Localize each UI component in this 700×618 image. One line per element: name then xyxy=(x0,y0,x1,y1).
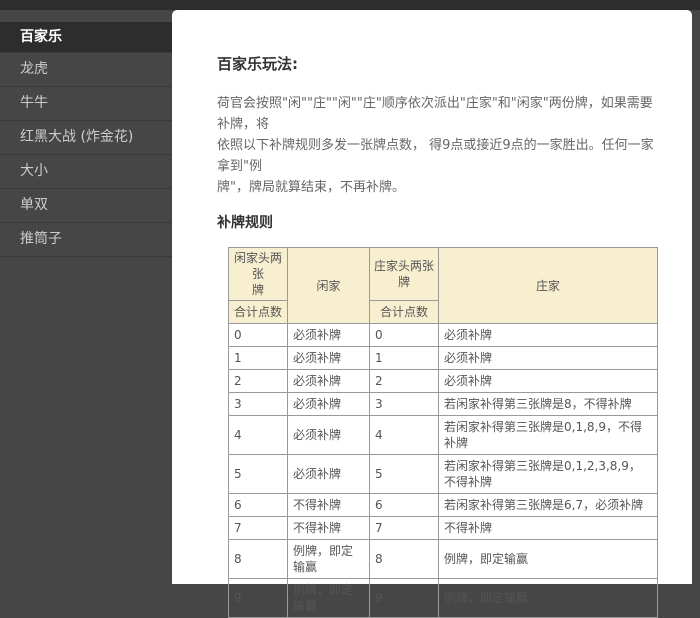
player-total-cell: 7 xyxy=(229,517,288,540)
player-action-cell: 例牌，即定输赢 xyxy=(288,540,370,579)
player-action-cell: 不得补牌 xyxy=(288,494,370,517)
banker-total-cell: 9 xyxy=(370,579,439,618)
table-row: 2 必须补牌 2 必须补牌 xyxy=(229,370,658,393)
banker-action-cell: 例牌，即定输赢 xyxy=(439,540,658,579)
player-action-cell: 必须补牌 xyxy=(288,416,370,455)
rules-paragraph-line-2: 依照以下补牌规则多发一张牌点数， 得9点或接近9点的一家胜出。任何一家拿到"例 xyxy=(217,135,664,177)
sidebar-item-dragon-tiger[interactable]: 龙虎 xyxy=(0,53,172,87)
player-action-cell: 不得补牌 xyxy=(288,517,370,540)
header-player: 闲家 xyxy=(288,248,370,324)
banker-action-cell: 例牌，即定输赢 xyxy=(439,579,658,618)
player-total-cell: 3 xyxy=(229,393,288,416)
drawing-rules-table: 闲家头两张 牌 闲家 庄家头两张 牌 庄家 合计点数 合计点数 0 必须补牌 0… xyxy=(228,247,658,618)
player-total-cell: 8 xyxy=(229,540,288,579)
banker-action-cell: 若闲家补得第三张牌是8，不得补牌 xyxy=(439,393,658,416)
sidebar-item-red-black-war[interactable]: 红黑大战 (炸金花) xyxy=(0,121,172,155)
banker-total-cell: 4 xyxy=(370,416,439,455)
table-row: 0 必须补牌 0 必须补牌 xyxy=(229,324,658,347)
table-row: 4 必须补牌 4 若闲家补得第三张牌是0,1,8,9，不得补牌 xyxy=(229,416,658,455)
table-row: 1 必须补牌 1 必须补牌 xyxy=(229,347,658,370)
player-action-cell: 例牌，即定输赢 xyxy=(288,579,370,618)
banker-action-cell: 必须补牌 xyxy=(439,347,658,370)
header-banker-total: 合计点数 xyxy=(370,301,439,324)
player-action-cell: 必须补牌 xyxy=(288,455,370,494)
table-row: 9 例牌，即定输赢 9 例牌，即定输赢 xyxy=(229,579,658,618)
header-banker-two-cards: 庄家头两张 牌 xyxy=(370,248,439,301)
sidebar-item-odd-even[interactable]: 单双 xyxy=(0,189,172,223)
banker-total-cell: 6 xyxy=(370,494,439,517)
player-total-cell: 5 xyxy=(229,455,288,494)
section-title-drawing-rules: 补牌规则 xyxy=(217,214,664,232)
sidebar-item-baccarat[interactable]: 百家乐 xyxy=(0,22,172,53)
player-action-cell: 必须补牌 xyxy=(288,370,370,393)
table-row: 8 例牌，即定输赢 8 例牌，即定输赢 xyxy=(229,540,658,579)
page-title: 百家乐玩法: xyxy=(217,55,664,73)
banker-total-cell: 0 xyxy=(370,324,439,347)
banker-total-cell: 7 xyxy=(370,517,439,540)
player-total-cell: 9 xyxy=(229,579,288,618)
top-bar xyxy=(0,0,700,10)
rules-paragraph-line-3: 牌"，牌局就算结束，不再补牌。 xyxy=(217,177,664,198)
sidebar-item-niuniu[interactable]: 牛牛 xyxy=(0,87,172,121)
player-total-cell: 2 xyxy=(229,370,288,393)
table-row: 5 必须补牌 5 若闲家补得第三张牌是0,1,2,3,8,9，不得补牌 xyxy=(229,455,658,494)
banker-action-cell: 不得补牌 xyxy=(439,517,658,540)
banker-action-cell: 若闲家补得第三张牌是6,7，必须补牌 xyxy=(439,494,658,517)
player-total-cell: 1 xyxy=(229,347,288,370)
banker-total-cell: 3 xyxy=(370,393,439,416)
header-banker: 庄家 xyxy=(439,248,658,324)
table-row: 3 必须补牌 3 若闲家补得第三张牌是8，不得补牌 xyxy=(229,393,658,416)
sidebar-nav: 百家乐 龙虎 牛牛 红黑大战 (炸金花) 大小 单双 推筒子 xyxy=(0,10,172,257)
header-player-total: 合计点数 xyxy=(229,301,288,324)
header-player-two-cards: 闲家头两张 牌 xyxy=(229,248,288,301)
banker-total-cell: 5 xyxy=(370,455,439,494)
table-row: 6 不得补牌 6 若闲家补得第三张牌是6,7，必须补牌 xyxy=(229,494,658,517)
player-action-cell: 必须补牌 xyxy=(288,393,370,416)
player-total-cell: 4 xyxy=(229,416,288,455)
banker-total-cell: 8 xyxy=(370,540,439,579)
sidebar-item-big-small[interactable]: 大小 xyxy=(0,155,172,189)
banker-action-cell: 若闲家补得第三张牌是0,1,8,9，不得补牌 xyxy=(439,416,658,455)
banker-action-cell: 必须补牌 xyxy=(439,324,658,347)
rules-paragraph-line-1: 荷官会按照"闲""庄""闲""庄"顺序依次派出"庄家"和"闲家"两份牌，如果需要… xyxy=(217,93,664,135)
sidebar: 百家乐 龙虎 牛牛 红黑大战 (炸金花) 大小 单双 推筒子 xyxy=(0,10,172,584)
player-action-cell: 必须补牌 xyxy=(288,347,370,370)
content-panel: 百家乐玩法: 荷官会按照"闲""庄""闲""庄"顺序依次派出"庄家"和"闲家"两… xyxy=(172,10,692,584)
rules-paragraph: 荷官会按照"闲""庄""闲""庄"顺序依次派出"庄家"和"闲家"两份牌，如果需要… xyxy=(217,93,664,198)
banker-total-cell: 1 xyxy=(370,347,439,370)
banker-action-cell: 必须补牌 xyxy=(439,370,658,393)
sidebar-item-push-tube[interactable]: 推筒子 xyxy=(0,223,172,257)
player-total-cell: 6 xyxy=(229,494,288,517)
banker-action-cell: 若闲家补得第三张牌是0,1,2,3,8,9，不得补牌 xyxy=(439,455,658,494)
player-action-cell: 必须补牌 xyxy=(288,324,370,347)
table-row: 7 不得补牌 7 不得补牌 xyxy=(229,517,658,540)
banker-total-cell: 2 xyxy=(370,370,439,393)
player-total-cell: 0 xyxy=(229,324,288,347)
